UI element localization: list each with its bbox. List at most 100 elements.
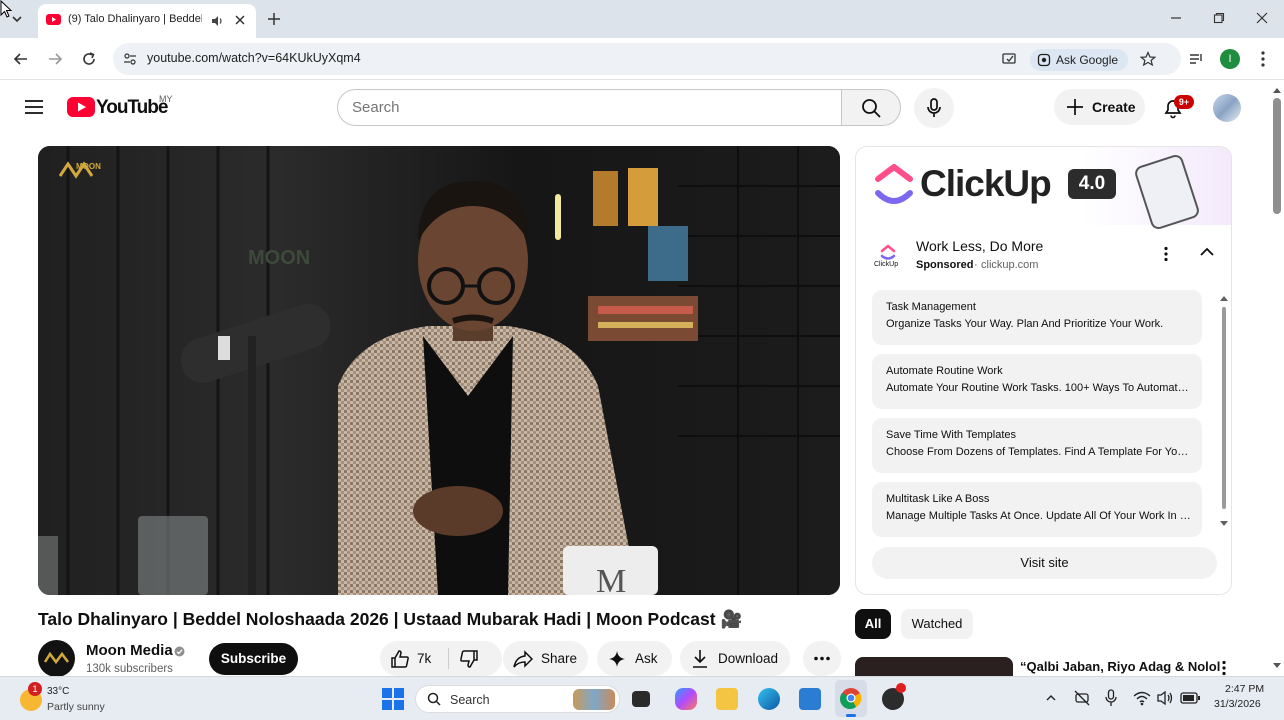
next-video-menu-icon[interactable]: [1221, 660, 1227, 676]
next-video-thumbnail[interactable]: [855, 657, 1013, 677]
chrome-taskbar-button[interactable]: [835, 680, 867, 717]
back-arrow-icon[interactable]: [13, 51, 29, 67]
reading-list-icon[interactable]: [1188, 51, 1204, 67]
sitelinks-scrollbar[interactable]: [1220, 293, 1228, 529]
search-icon: [861, 98, 881, 118]
file-explorer-icon[interactable]: [716, 688, 738, 710]
ad-options-icon[interactable]: [1163, 246, 1169, 262]
ad-brand-name: ClickUp: [920, 163, 1052, 204]
account-avatar[interactable]: [1213, 94, 1241, 122]
svg-text:M: M: [596, 563, 626, 595]
active-app-indicator: [846, 714, 856, 717]
chip-watched[interactable]: Watched: [901, 609, 973, 639]
video-player[interactable]: MOON M MOON: [38, 146, 840, 595]
ad-version-badge: 4.0: [1068, 169, 1116, 199]
microphone-icon: [926, 98, 942, 118]
thumbs-up-icon: [390, 649, 410, 669]
download-button[interactable]: Download: [680, 641, 790, 676]
profile-initial: I: [1228, 53, 1232, 65]
channel-name[interactable]: Moon Media: [86, 642, 173, 659]
share-button[interactable]: Share: [503, 641, 588, 676]
taskbar-search-box[interactable]: Search: [415, 685, 620, 713]
window-close-button[interactable]: [1256, 12, 1268, 24]
sitelink-description: Automate Your Routine Work Tasks. 100+ W…: [886, 382, 1192, 394]
youtube-logo-text: YouTube: [96, 97, 168, 118]
ad-headline[interactable]: Work Less, Do More: [916, 238, 1043, 254]
sitelink-title: Save Time With Templates: [886, 429, 1017, 441]
dislike-button[interactable]: [450, 641, 502, 676]
tray-wifi-icon[interactable]: [1133, 690, 1151, 706]
sitelink-description: Organize Tasks Your Way. Plan And Priori…: [886, 318, 1164, 330]
search-button[interactable]: [841, 89, 901, 126]
ask-button[interactable]: Ask: [597, 641, 672, 676]
microsoft-store-icon[interactable]: [799, 688, 821, 710]
visit-site-button[interactable]: Visit site: [872, 547, 1217, 579]
more-actions-button[interactable]: [803, 641, 841, 676]
app-with-badge-icon[interactable]: [882, 683, 906, 710]
task-view-icon[interactable]: [632, 691, 650, 707]
subscribe-button[interactable]: Subscribe: [209, 643, 298, 675]
ad-separator-dot: ·: [974, 259, 978, 271]
ad-sitelink-item[interactable]: Automate Routine Work Automate Your Rout…: [872, 354, 1202, 409]
youtube-logo[interactable]: YouTube MY: [67, 94, 177, 121]
tab-search-chevron-icon[interactable]: [10, 12, 24, 26]
like-dislike-group: 7k: [380, 641, 502, 676]
create-button[interactable]: Create: [1054, 89, 1145, 125]
window-restore-button[interactable]: [1213, 12, 1225, 24]
advertiser-logo[interactable]: ClickUp: [872, 241, 904, 273]
ad-sitelink-item[interactable]: Save Time With Templates Choose From Doz…: [872, 418, 1202, 473]
ask-google-label: Ask Google: [1056, 53, 1119, 67]
clock-time[interactable]: 2:47 PM: [1225, 683, 1264, 695]
ad-banner[interactable]: ClickUp 4.0: [856, 147, 1231, 232]
subscriber-count: 130k subscribers: [86, 663, 173, 675]
ad-sitelink-item[interactable]: Multitask Like A Boss Manage Multiple Ta…: [872, 482, 1202, 537]
next-video-title[interactable]: “Qalbi Jaban, Riyo Adag & Nolol: [1020, 659, 1220, 674]
ask-google-button[interactable]: Ask Google: [1030, 49, 1128, 71]
page-scrollbar[interactable]: [1270, 84, 1284, 676]
tab-audio-icon[interactable]: [210, 14, 224, 28]
window-minimize-button[interactable]: [1170, 12, 1182, 24]
plus-icon: [1066, 98, 1084, 116]
browser-tab-strip: (9) Talo Dhalinyaro | Beddel: [0, 0, 1284, 38]
browser-tab-active[interactable]: (9) Talo Dhalinyaro | Beddel: [38, 4, 256, 38]
create-label: Create: [1092, 99, 1136, 115]
download-icon: [691, 649, 709, 669]
bookmark-star-icon[interactable]: [1140, 51, 1156, 67]
guide-menu-icon[interactable]: [24, 99, 44, 115]
clock-date[interactable]: 31/3/2026: [1214, 698, 1261, 710]
ad-sitelink-item[interactable]: Task Management Organize Tasks Your Way.…: [872, 290, 1202, 345]
sitelink-title: Task Management: [886, 301, 976, 313]
search-input[interactable]: Search: [337, 89, 842, 126]
start-windows-icon[interactable]: [381, 687, 405, 711]
tray-overflow-chevron-icon[interactable]: [1046, 694, 1056, 702]
tray-microphone-icon[interactable]: [1105, 689, 1117, 707]
weather-widget[interactable]: 1 33°C Partly sunny: [18, 681, 128, 717]
chip-all[interactable]: All: [855, 609, 891, 639]
reload-icon[interactable]: [81, 51, 97, 67]
like-button[interactable]: 7k: [380, 641, 448, 676]
tray-battery-icon[interactable]: [1180, 692, 1200, 704]
voice-search-button[interactable]: [914, 88, 954, 128]
tray-volume-icon[interactable]: [1157, 690, 1175, 706]
mouse-cursor-icon: [0, 0, 12, 18]
tab-title: (9) Talo Dhalinyaro | Beddel: [68, 13, 202, 25]
site-info-icon[interactable]: [123, 52, 137, 66]
region-code: MY: [159, 94, 173, 104]
youtube-play-logo-icon: [67, 97, 95, 117]
tray-network-off-icon[interactable]: [1074, 690, 1090, 706]
ad-domain: clickup.com: [981, 259, 1039, 271]
channel-avatar[interactable]: [38, 640, 75, 677]
address-bar[interactable]: youtube.com/watch?v=64KUkUyXqm4: [113, 43, 1181, 75]
tab-close-icon[interactable]: [234, 14, 246, 26]
cast-icon[interactable]: [1001, 51, 1017, 67]
edge-browser-icon[interactable]: [758, 688, 780, 710]
ad-collapse-chevron-icon[interactable]: [1200, 247, 1214, 257]
weather-condition: Partly sunny: [47, 701, 105, 713]
verified-badge-icon: [174, 646, 185, 657]
forward-arrow-icon[interactable]: [47, 51, 63, 67]
profile-avatar[interactable]: I: [1220, 49, 1240, 69]
video-title: Talo Dhalinyaro | Beddel Noloshaada 2026…: [38, 609, 743, 629]
copilot-icon[interactable]: [675, 688, 697, 710]
new-tab-plus-icon[interactable]: [267, 12, 281, 26]
browser-menu-icon[interactable]: [1260, 50, 1266, 68]
